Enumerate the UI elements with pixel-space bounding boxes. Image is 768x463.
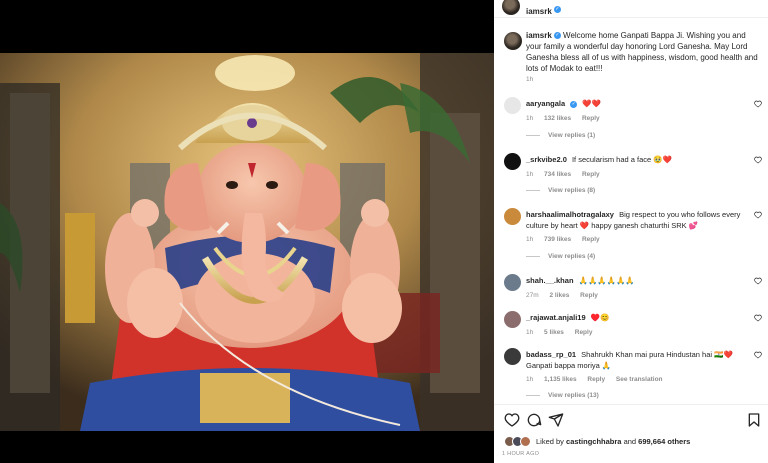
- liked-by-conj: and: [623, 437, 637, 446]
- share-icon[interactable]: [548, 412, 564, 428]
- caption-text: Welcome home Ganpati Bappa Ji. Wishing y…: [526, 31, 758, 73]
- comment-like-heart-icon[interactable]: [754, 351, 762, 359]
- comment-meta: 1h 1,135 likes Reply See translation: [526, 375, 752, 386]
- comment-text: If secularism had a face 🥹❤️: [571, 155, 672, 164]
- verified-icon: ✓: [553, 32, 561, 40]
- comment-username[interactable]: shah.__.khan: [526, 276, 574, 285]
- comment-time: 1h: [526, 236, 534, 243]
- commenter-avatar[interactable]: [504, 274, 521, 291]
- comment-likes[interactable]: 1,135 likes: [544, 376, 577, 383]
- caption-username[interactable]: iamsrk: [526, 31, 552, 40]
- comment-body: shah.__.khan 🙏🙏🙏🙏🙏🙏 27m 2 likes Reply: [526, 276, 752, 301]
- view-replies-button[interactable]: View replies (8): [526, 187, 595, 194]
- view-replies-button[interactable]: View replies (4): [526, 253, 595, 260]
- author-username[interactable]: iamsrk: [526, 7, 552, 16]
- verified-icon: ✓: [570, 100, 578, 108]
- comment-like-heart-icon[interactable]: [754, 100, 762, 108]
- comment-username[interactable]: badass_rp_01: [526, 350, 576, 359]
- comment-likes[interactable]: 739 likes: [544, 236, 571, 243]
- reply-button[interactable]: Reply: [582, 115, 600, 122]
- comment-body: badass_rp_01 Shahrukh Khan mai pura Hind…: [526, 350, 752, 386]
- post-header: iamsrk ✓: [494, 0, 768, 16]
- commenter-avatar[interactable]: [504, 97, 521, 114]
- commenter-avatar[interactable]: [504, 348, 521, 365]
- actions-divider: [494, 404, 768, 405]
- reply-button[interactable]: Reply: [582, 171, 600, 178]
- caption-text-block: iamsrk ✓ Welcome home Ganpati Bappa Ji. W…: [526, 30, 762, 74]
- liker-avatar: [520, 436, 531, 447]
- comment-meta: 1h 132 likes Reply: [526, 114, 752, 125]
- comment-text: 🙏🙏🙏🙏🙏🙏: [578, 276, 635, 285]
- comment-time: 1h: [526, 114, 534, 122]
- see-translation-button[interactable]: See translation: [616, 376, 663, 383]
- view-replies-button[interactable]: View replies (13): [526, 392, 599, 399]
- comment-like-heart-icon[interactable]: [754, 211, 762, 219]
- caption-time: 1h: [526, 76, 534, 83]
- post-details-panel: iamsrk ✓ iamsrk ✓ Welcome home Ganpati Bap…: [494, 0, 768, 463]
- commenter-avatar[interactable]: [504, 311, 521, 328]
- comment-username[interactable]: _rajawat.anjali19: [526, 313, 586, 322]
- comment-body: harshaalimalhotragalaxy Big respect to y…: [526, 210, 752, 246]
- comment-meta: 1h 5 likes Reply: [526, 328, 752, 339]
- comment-text: ♥️😊: [590, 313, 610, 322]
- comment-time: 27m: [526, 291, 539, 299]
- comment-likes[interactable]: 734 likes: [544, 171, 571, 178]
- commenter-avatar[interactable]: [504, 208, 521, 225]
- likes-count[interactable]: 699,664 others: [638, 437, 690, 446]
- author-avatar[interactable]: [502, 0, 520, 15]
- comment-body: aaryangala ✓ ❤️❤️ 1h 132 likes Reply: [526, 99, 752, 124]
- comment-text: ❤️❤️: [582, 99, 601, 108]
- reply-button[interactable]: Reply: [575, 329, 593, 336]
- comment-username[interactable]: _srkvibe2.0: [526, 155, 567, 164]
- comment-like-heart-icon[interactable]: [754, 314, 762, 322]
- comment-likes[interactable]: 132 likes: [544, 115, 571, 122]
- comment-time: 1h: [526, 376, 534, 383]
- comment-body: _srkvibe2.0 If secularism had a face 🥹❤️…: [526, 155, 752, 180]
- header-divider: [494, 17, 768, 18]
- comment-time: 1h: [526, 328, 534, 336]
- comment-body: _rajawat.anjali19 ♥️😊 1h 5 likes Reply: [526, 313, 752, 338]
- bookmark-icon[interactable]: [746, 412, 762, 428]
- liked-by-text: Liked by castingchhabra and 699,664 othe…: [536, 437, 690, 446]
- post-photo[interactable]: [0, 53, 494, 431]
- view-replies-button[interactable]: View replies (1): [526, 132, 595, 139]
- comment-username[interactable]: harshaalimalhotragalaxy: [526, 210, 614, 219]
- comment-meta: 1h 734 likes Reply: [526, 170, 752, 181]
- comment-likes[interactable]: 2 likes: [549, 292, 569, 299]
- post-time-ago[interactable]: 1 HOUR AGO: [502, 451, 539, 457]
- reply-button[interactable]: Reply: [580, 292, 598, 299]
- commenter-avatar[interactable]: [504, 153, 521, 170]
- comment-username[interactable]: aaryangala: [526, 99, 565, 108]
- liked-by-user[interactable]: castingchhabra: [566, 437, 621, 446]
- reply-button[interactable]: Reply: [582, 236, 600, 243]
- ganpati-idol-image: [0, 53, 494, 431]
- comment-time: 1h: [526, 170, 534, 178]
- post-media-pane: [0, 0, 494, 463]
- liked-by-prefix: Liked by: [536, 437, 564, 446]
- heart-icon[interactable]: [504, 412, 520, 428]
- liker-avatars[interactable]: [504, 436, 534, 447]
- comment-like-heart-icon[interactable]: [754, 156, 762, 164]
- comment-meta: 1h 739 likes Reply: [526, 235, 752, 246]
- verified-icon: ✓: [553, 6, 561, 14]
- post-actions-bar: [502, 412, 764, 430]
- liked-by-row: Liked by castingchhabra and 699,664 othe…: [502, 436, 764, 448]
- comment-meta: 27m 2 likes Reply: [526, 291, 752, 302]
- caption-avatar[interactable]: [504, 32, 522, 50]
- comment-likes[interactable]: 5 likes: [544, 329, 564, 336]
- comment-icon[interactable]: [526, 412, 542, 428]
- reply-button[interactable]: Reply: [587, 376, 605, 383]
- comment-like-heart-icon[interactable]: [754, 277, 762, 285]
